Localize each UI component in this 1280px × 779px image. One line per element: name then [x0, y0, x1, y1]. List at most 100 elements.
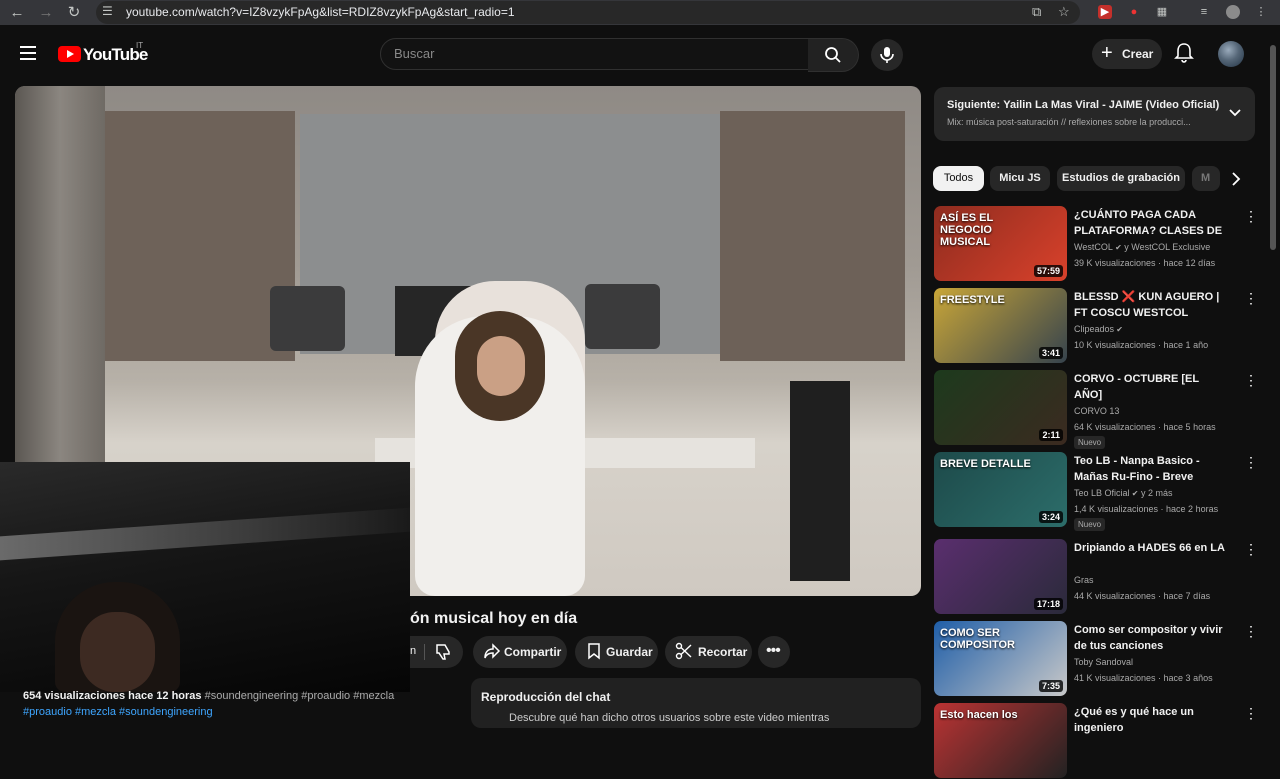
search-input[interactable]: Buscar — [380, 38, 810, 70]
recommendation-item[interactable]: 17:18 Dripiando a HADES 66 en LA Gras 44 K … — [934, 539, 1269, 615]
recommendation-item[interactable]: FREESTYLE 3:41 BLESSD ❌ KUN AGUERO | FT CO… — [934, 288, 1269, 364]
thumbs-down-icon — [436, 644, 450, 660]
voice-search-button[interactable] — [871, 39, 903, 71]
site-info-icon[interactable]: ☰ — [102, 4, 113, 18]
play-logo-icon — [58, 46, 81, 62]
profile-icon[interactable] — [1226, 5, 1240, 19]
recommendation-title[interactable]: BLESSD ❌ KUN AGUERO | FT COSCU WESTCOL (… — [1074, 289, 1226, 321]
media-control-icon[interactable]: ≡ — [1197, 5, 1211, 19]
address-bar[interactable]: ☰ youtube.com/watch?v=IZ8vzykFpAg&list=R… — [96, 1, 1080, 24]
more-vertical-icon[interactable]: ⋮ — [1244, 455, 1258, 469]
recommendation-item[interactable]: BREVE DETALLE 3:24 Teo LB - Nanpa Basico -… — [934, 452, 1269, 531]
chip-micu-js[interactable]: Micu JS — [990, 166, 1050, 191]
playlist-header[interactable]: Siguiente: Yailin La Mas Viral - JAIME (… — [934, 87, 1255, 141]
up-next-line: Siguiente: Yailin La Mas Viral - JAIME (… — [947, 99, 1219, 111]
recommendation-item[interactable]: Esto hacen los ¿Qué es y qué hace un inge… — [934, 703, 1269, 779]
recommendation-title[interactable]: Como ser compositor y vivir de tus canci… — [1074, 622, 1226, 654]
thumbnail-text: COMO SER COMPOSITOR — [940, 627, 1015, 651]
chip-recording-studios[interactable]: Estudios de grabación — [1057, 166, 1185, 191]
video-thumbnail[interactable]: 17:18 — [934, 539, 1067, 614]
chat-replay-panel[interactable]: Reproducción del chat Descubre qué han d… — [471, 678, 921, 728]
channel-name-text: WestCOL — [1074, 242, 1113, 252]
more-vertical-icon[interactable]: ⋮ — [1244, 291, 1258, 305]
install-icon[interactable]: ⧉ — [1032, 4, 1041, 20]
menu-icon[interactable] — [20, 46, 36, 60]
channel-name-text: Teo LB Oficial — [1074, 488, 1130, 498]
webcam-ceiling — [0, 507, 410, 561]
recommendation-title[interactable]: Dripiando a HADES 66 en LA — [1074, 540, 1226, 556]
reload-icon[interactable]: ↻ — [65, 4, 83, 22]
mic-icon — [880, 47, 894, 63]
channel-name[interactable]: Gras — [1074, 575, 1094, 585]
more-actions-button[interactable]: ••• — [758, 636, 790, 668]
bookmark-star-icon[interactable]: ☆ — [1058, 4, 1070, 20]
channel-extra: y 2 más — [1138, 488, 1173, 498]
channel-name-text: Gras — [1074, 575, 1094, 585]
extension-icon[interactable]: ▶ — [1098, 5, 1112, 19]
share-label: Compartir — [504, 645, 562, 659]
recommendation-item[interactable]: COMO SER COMPOSITOR 7:35 Como ser composit… — [934, 621, 1269, 697]
channel-name[interactable]: Toby Sandoval — [1074, 657, 1133, 667]
recommendation-title[interactable]: ¿CUÁNTO PAGA CADA PLATAFORMA? CLASES DE … — [1074, 207, 1226, 239]
more-horizontal-icon: ••• — [766, 642, 781, 659]
up-next-label: Siguiente: — [947, 99, 1001, 111]
dislike-button[interactable]: n — [410, 636, 463, 668]
up-next-title: Yailin La Mas Viral - JAIME (Video Ofici… — [1003, 99, 1220, 111]
video-thumbnail[interactable]: BREVE DETALLE 3:24 — [934, 452, 1067, 527]
chip-partial[interactable]: M — [1192, 166, 1220, 191]
recommendation-item[interactable]: ASÍ ES EL NEGOCIO MUSICAL 57:59 ¿CUÁNTO PA… — [934, 206, 1269, 282]
more-vertical-icon[interactable]: ⋮ — [1244, 624, 1258, 638]
chip-all[interactable]: Todos — [933, 166, 984, 191]
video-meta: 41 K visualizaciones · hace 3 años — [1074, 673, 1213, 683]
hashtags-line2[interactable]: #proaudio #mezcla #soundengineering — [23, 706, 213, 718]
chevron-down-icon[interactable] — [1228, 105, 1242, 119]
webcam-face — [80, 612, 155, 692]
url-text: youtube.com/watch?v=IZ8vzykFpAg&list=RDI… — [126, 5, 515, 19]
video-meta: 10 K visualizaciones · hace 1 año — [1074, 340, 1209, 350]
save-button[interactable]: Guardar — [575, 636, 658, 668]
more-vertical-icon[interactable]: ⋮ — [1244, 373, 1258, 387]
search-button[interactable] — [808, 38, 859, 72]
hashtags-line1[interactable]: #soundengineering #proaudio #mezcla — [205, 690, 395, 702]
video-frame-curtain — [15, 86, 105, 486]
duration-badge: 7:35 — [1038, 680, 1063, 692]
duration-badge: 3:24 — [1038, 511, 1063, 523]
channel-name[interactable]: WestCOL ✔ y WestCOL Exclusive — [1074, 242, 1210, 252]
extensions-puzzle-icon[interactable]: ▦ — [1155, 5, 1169, 19]
video-thumbnail[interactable]: COMO SER COMPOSITOR 7:35 — [934, 621, 1067, 696]
recommendation-title[interactable]: CORVO - OCTUBRE [EL AÑO] — [1074, 371, 1226, 403]
clip-button[interactable]: Recortar — [665, 636, 752, 668]
more-vertical-icon[interactable]: ⋮ — [1244, 542, 1258, 556]
share-icon — [484, 643, 501, 659]
video-thumbnail[interactable]: FREESTYLE 3:41 — [934, 288, 1067, 363]
channel-extra: y WestCOL Exclusive — [1121, 242, 1211, 252]
thumbnail-text: BREVE DETALLE — [940, 458, 1031, 470]
bell-icon — [1174, 43, 1194, 63]
video-thumbnail[interactable]: Esto hacen los — [934, 703, 1067, 778]
channel-name[interactable]: Teo LB Oficial ✔ y 2 más — [1074, 488, 1172, 498]
notifications-button[interactable] — [1174, 42, 1194, 69]
chevron-right-icon[interactable] — [1226, 170, 1244, 188]
channel-name[interactable]: Clipeados ✔ — [1074, 324, 1123, 334]
recommendation-title[interactable]: Teo LB - Nanpa Basico - Mañas Ru-Fino - … — [1074, 453, 1226, 485]
duration-badge: 3:41 — [1038, 347, 1063, 359]
forward-icon[interactable]: → — [37, 4, 55, 22]
video-thumbnail[interactable]: ASÍ ES EL NEGOCIO MUSICAL 57:59 — [934, 206, 1067, 281]
account-avatar[interactable] — [1218, 41, 1244, 67]
scrollbar[interactable] — [1270, 45, 1276, 250]
recommendation-item[interactable]: 2:11 CORVO - OCTUBRE [EL AÑO] CORVO 13 64 K… — [934, 370, 1269, 449]
video-frame-face — [477, 336, 525, 396]
browser-menu-icon[interactable]: ⋮ — [1254, 5, 1268, 19]
video-meta: 1,4 K visualizaciones · hace 2 horas — [1074, 504, 1219, 514]
back-icon[interactable]: ← — [8, 4, 26, 22]
video-frame-speaker — [585, 284, 660, 349]
video-views-line: 654 visualizaciones hace 12 horas #sound… — [23, 690, 394, 702]
video-thumbnail[interactable]: 2:11 — [934, 370, 1067, 445]
create-button[interactable]: + Crear — [1092, 39, 1162, 69]
recommendation-title[interactable]: ¿Qué es y qué hace un ingeniero — [1074, 704, 1226, 736]
more-vertical-icon[interactable]: ⋮ — [1244, 706, 1258, 720]
channel-name[interactable]: CORVO 13 — [1074, 406, 1119, 416]
extension-icon[interactable]: ● — [1127, 5, 1141, 19]
more-vertical-icon[interactable]: ⋮ — [1244, 209, 1258, 223]
share-button[interactable]: Compartir — [473, 636, 567, 668]
